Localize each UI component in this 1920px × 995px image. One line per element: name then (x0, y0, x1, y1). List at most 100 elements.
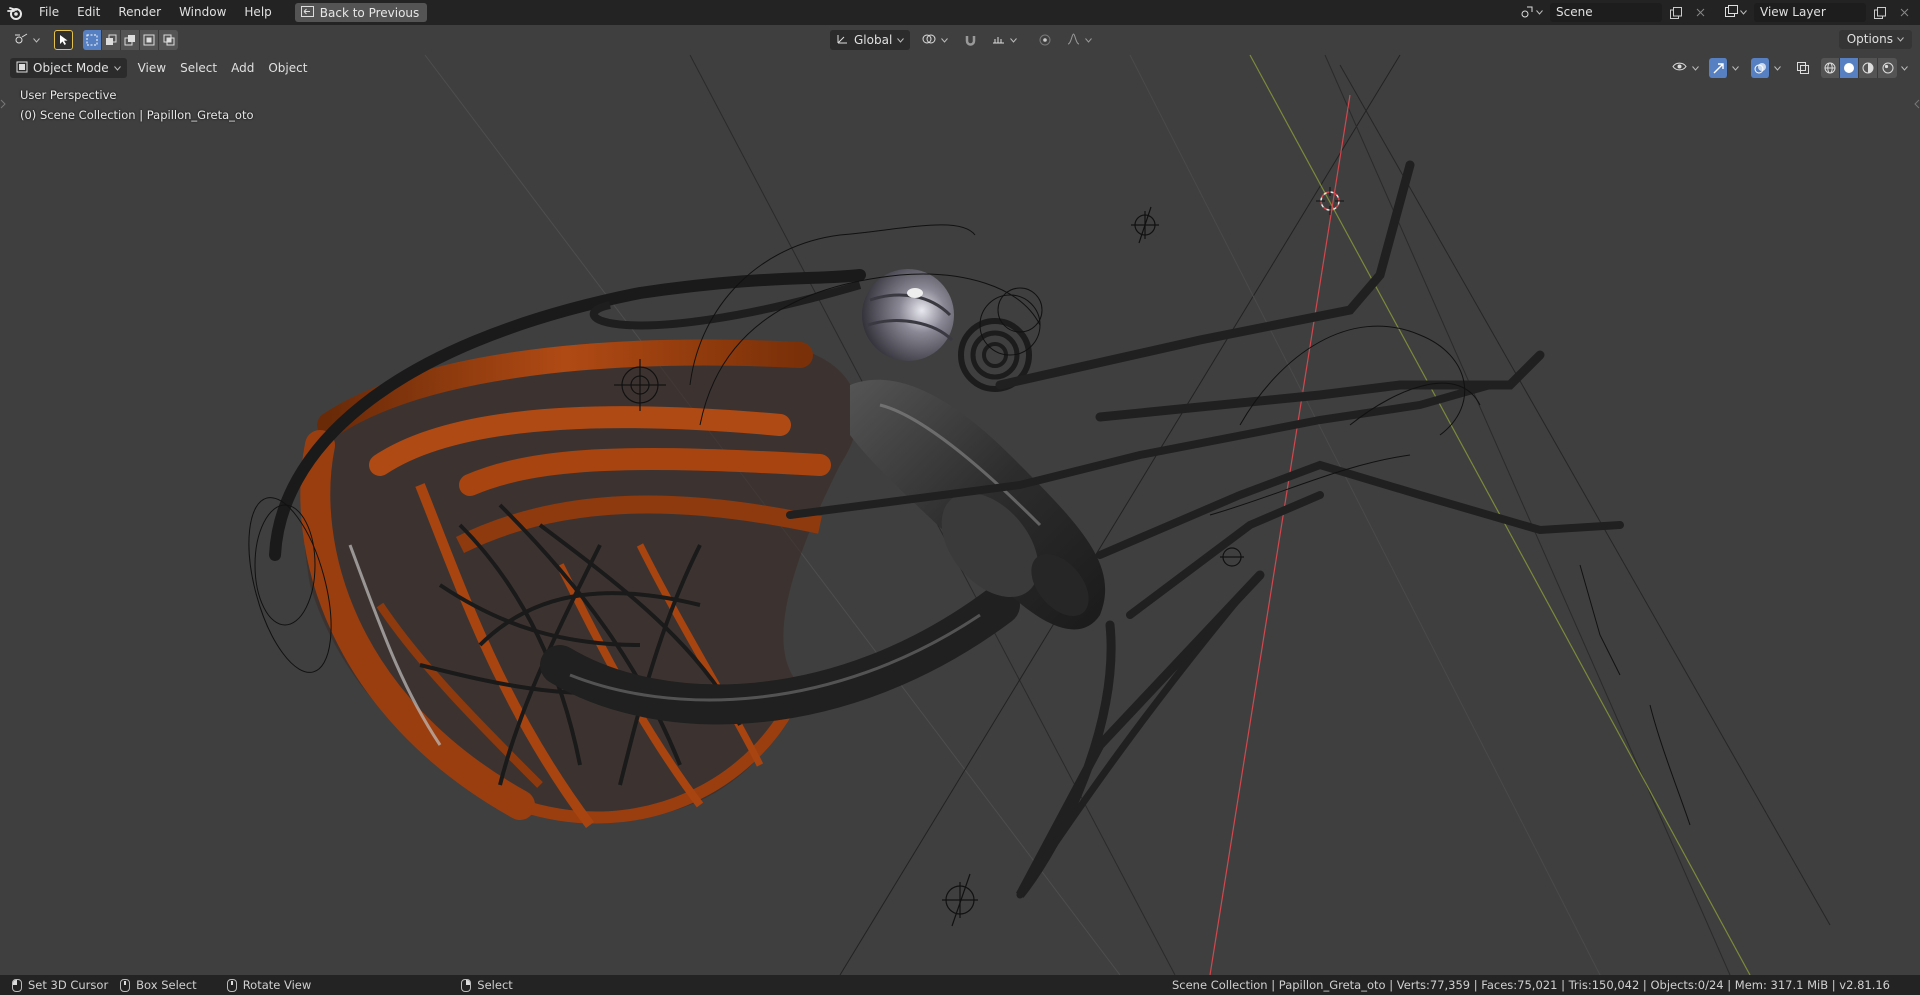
shading-dropdown-chevron-icon[interactable] (1901, 65, 1908, 71)
chevron-down-icon (1536, 10, 1543, 15)
proportional-falloff-dropdown[interactable] (1061, 30, 1098, 50)
hint-rotate-view-label: Rotate View (242, 978, 312, 992)
tool-header: Global Options (0, 25, 1920, 55)
xray-toggle-button[interactable] (1793, 59, 1813, 78)
view-layer-icon (1725, 5, 1738, 20)
viewport-menu-object[interactable]: Object (261, 58, 314, 78)
3d-viewport[interactable]: Global Options Object Mode View Select A… (0, 25, 1920, 975)
hint-select-label: Select (477, 978, 513, 992)
menu-window[interactable]: Window (170, 0, 235, 25)
select-mode-new-button[interactable] (83, 30, 102, 50)
view-layer-field[interactable]: View Layer (1754, 3, 1866, 22)
menu-help[interactable]: Help (235, 0, 280, 25)
chevron-down-icon (941, 37, 949, 43)
chevron-down-icon (897, 37, 905, 43)
options-dropdown[interactable]: Options (1838, 30, 1912, 49)
menu-edit[interactable]: Edit (68, 0, 109, 25)
gizmo-dropdown-chevron-icon[interactable] (1732, 65, 1739, 71)
chevron-down-icon (1740, 10, 1747, 15)
chevron-down-icon (113, 65, 121, 71)
gizmo-icon (1713, 62, 1724, 73)
back-to-previous-label: Back to Previous (319, 5, 420, 20)
mouse-left-icon (12, 978, 22, 992)
blender-logo-icon[interactable] (0, 0, 30, 25)
select-mode-subtract-button[interactable] (121, 30, 140, 50)
select-mode-intersect-button[interactable] (159, 30, 178, 50)
proportional-edit-button[interactable] (1035, 31, 1055, 50)
screen-back-icon (300, 5, 314, 20)
new-view-layer-button[interactable] (1870, 3, 1890, 22)
transform-orientation-dropdown[interactable]: Global (830, 30, 911, 50)
close-icon (1696, 8, 1704, 17)
overlays-toggle-button[interactable] (1751, 58, 1770, 78)
select-mode-extend-button[interactable] (102, 30, 121, 50)
viewport-menu-view[interactable]: View (131, 58, 173, 78)
top-bar: File Edit Render Window Help Back to Pre… (0, 0, 1920, 25)
scene-selector-button[interactable] (1518, 3, 1546, 22)
pivot-point-dropdown[interactable] (916, 30, 954, 50)
shading-mode-group (1821, 58, 1897, 78)
select-intersect-icon (163, 34, 174, 46)
shading-rendered-button[interactable] (1878, 58, 1897, 78)
delete-scene-button[interactable] (1690, 3, 1710, 22)
select-tool-button[interactable] (54, 30, 73, 50)
cursor-arrow-icon (59, 35, 67, 45)
scene-icon (1521, 5, 1534, 21)
viewport-menu-add[interactable]: Add (224, 58, 261, 78)
overlays-dropdown-chevron-icon[interactable] (1774, 65, 1781, 71)
select-subtract-icon (124, 35, 135, 46)
3d-viewport-icon (14, 33, 28, 48)
orientation-global-icon (836, 33, 849, 48)
selection-mode-group (83, 30, 178, 50)
shading-solid-button[interactable] (1840, 58, 1859, 78)
hint-box-select: Box Select (108, 978, 197, 992)
select-mode-difference-button[interactable] (140, 30, 159, 50)
select-difference-icon (143, 34, 155, 46)
view-layer-selector-button[interactable] (1722, 3, 1750, 22)
hint-rotate-view: Rotate View (197, 978, 312, 992)
options-label: Options (1846, 32, 1893, 46)
hint-set-3d-cursor-label: Set 3D Cursor (28, 978, 109, 992)
status-bar: Set 3D Cursor Box Select Rotate View Sel… (0, 975, 1920, 995)
menu-file[interactable]: File (30, 0, 68, 25)
chevron-down-icon (1010, 37, 1018, 43)
gizmo-toggle-button[interactable] (1709, 58, 1728, 78)
viewport-display-controls (1666, 58, 1908, 78)
xray-icon (1797, 62, 1809, 74)
eye-icon (1672, 61, 1687, 75)
scene-name-field[interactable]: Scene (1550, 3, 1662, 22)
chevron-down-icon (1897, 37, 1904, 42)
interaction-mode-label: Object Mode (33, 61, 109, 75)
viewport-scene[interactable] (0, 25, 1920, 975)
interaction-mode-dropdown[interactable]: Object Mode (10, 58, 127, 78)
back-to-previous-button[interactable]: Back to Previous (294, 3, 428, 22)
new-scene-button[interactable] (1666, 3, 1686, 22)
toolbar-toggle-arrow-icon[interactable] (0, 97, 6, 111)
snap-target-dropdown[interactable] (986, 30, 1023, 50)
transform-orientation-label: Global (854, 33, 893, 47)
editor-type-button[interactable] (8, 30, 46, 50)
proportional-edit-icon (1039, 34, 1051, 46)
menu-render[interactable]: Render (109, 0, 170, 25)
delete-view-layer-button[interactable] (1894, 3, 1914, 22)
viewport-header: Object Mode View Select Add Object (0, 55, 1920, 81)
duplicate-icon (1874, 6, 1886, 19)
view-perspective-label: User Perspective (20, 88, 117, 102)
chevron-down-icon (33, 37, 40, 43)
snap-toggle-button[interactable] (960, 31, 980, 50)
select-extend-icon (106, 34, 117, 45)
solid-sphere-icon (1844, 63, 1854, 73)
rendered-sphere-icon (1882, 62, 1893, 74)
close-icon (1900, 8, 1908, 17)
shading-material-button[interactable] (1859, 58, 1878, 78)
shading-wireframe-button[interactable] (1821, 58, 1840, 78)
material-sphere-icon (1862, 62, 1874, 74)
hint-select: Select (311, 978, 513, 992)
transform-settings: Global (830, 30, 1098, 50)
mouse-drag-icon (120, 978, 131, 992)
visibility-dropdown[interactable] (1666, 58, 1705, 78)
sidebar-toggle-arrow-icon[interactable] (1914, 97, 1920, 111)
tool-select-group (54, 30, 73, 50)
box-select-icon (86, 34, 98, 46)
viewport-menu-select[interactable]: Select (173, 58, 224, 78)
